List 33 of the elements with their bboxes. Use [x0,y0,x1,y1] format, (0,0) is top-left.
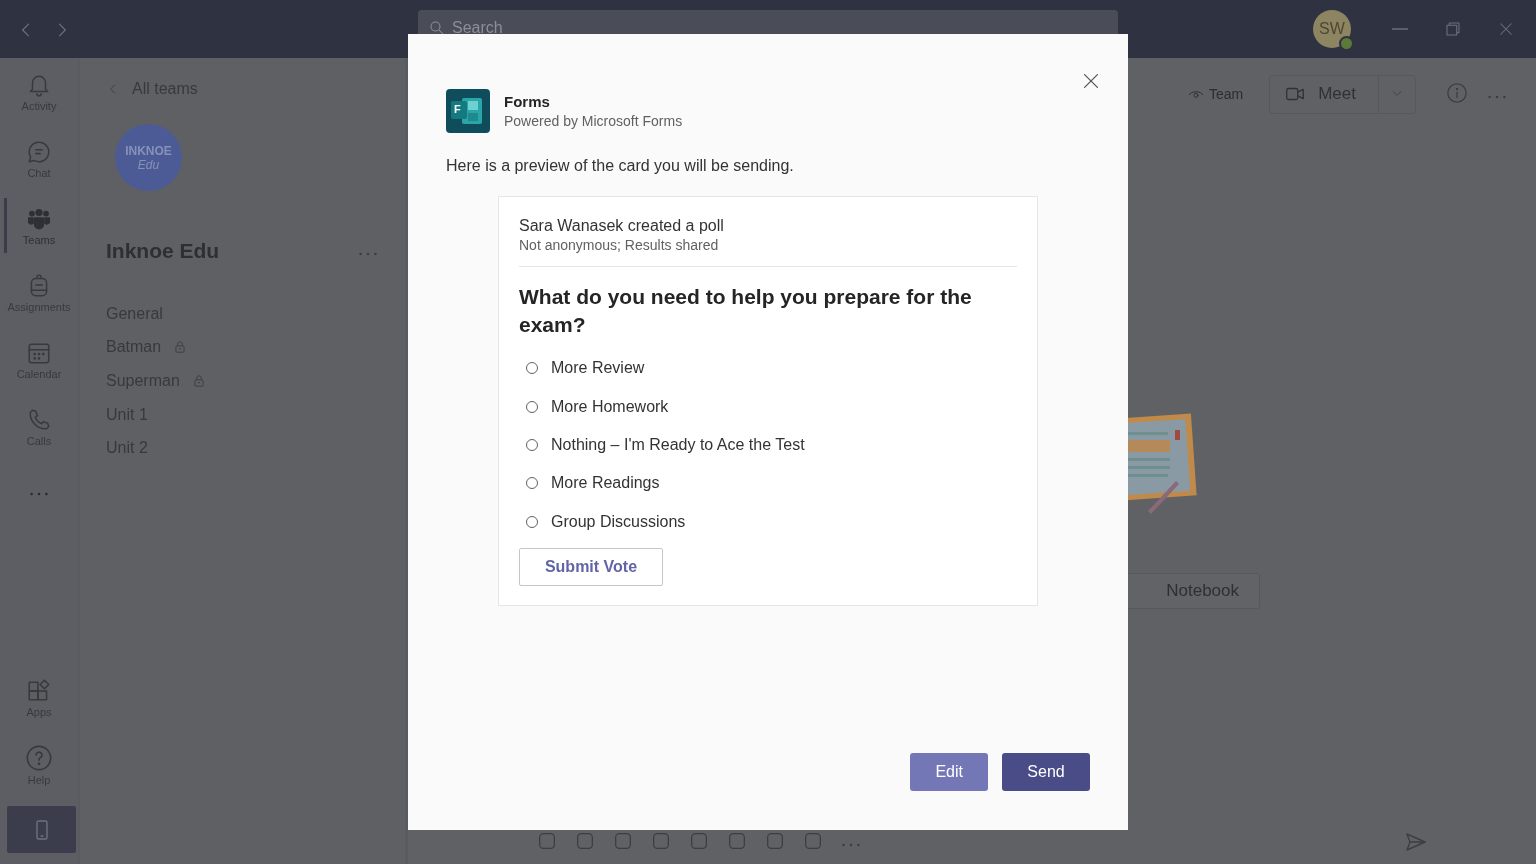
help-icon [25,743,53,772]
more-icon [842,842,860,847]
more-icon [359,251,377,256]
settings-line: Not anonymous; Results shared [519,237,1017,267]
user-avatar[interactable]: SW [1313,10,1351,48]
app-subtitle: Powered by Microsoft Forms [504,113,683,129]
option-label[interactable]: More Readings [551,474,660,493]
author-line: Sara Wanasek created a poll [519,217,725,235]
submit-vote-button[interactable]: Submit Vote [519,547,663,586]
app-name: Forms [504,93,551,110]
option-label[interactable]: More Homework [551,397,669,416]
avatar-text: INKNOE [125,143,172,158]
info-icon [1446,81,1468,104]
more-icon [30,491,48,496]
more-icon [1488,94,1506,99]
search-input[interactable]: Search [452,16,1052,40]
minimize-icon [1390,28,1409,30]
option-label[interactable]: Group Discussions [551,512,686,531]
option-label[interactable]: Nothing – I'm Ready to Ace the Test [551,435,805,454]
restore-icon [1443,20,1462,38]
avatar-text: Edu [137,157,160,172]
poll-question: What do you need to help you prepare for the exam? [519,284,973,338]
send-button[interactable] [1404,830,1428,854]
intro-text: Here is a preview of the card you will be sending. [446,157,795,175]
send-button[interactable]: Send [1002,753,1090,791]
send-icon [1404,830,1428,854]
edit-button[interactable]: Edit [910,753,988,791]
status-dot [1339,36,1354,51]
mobile-button[interactable] [7,806,76,853]
option-label[interactable]: More Review [551,359,645,378]
logo-letter: F [454,103,461,115]
forms-icon [446,89,490,133]
search-icon [428,19,446,37]
